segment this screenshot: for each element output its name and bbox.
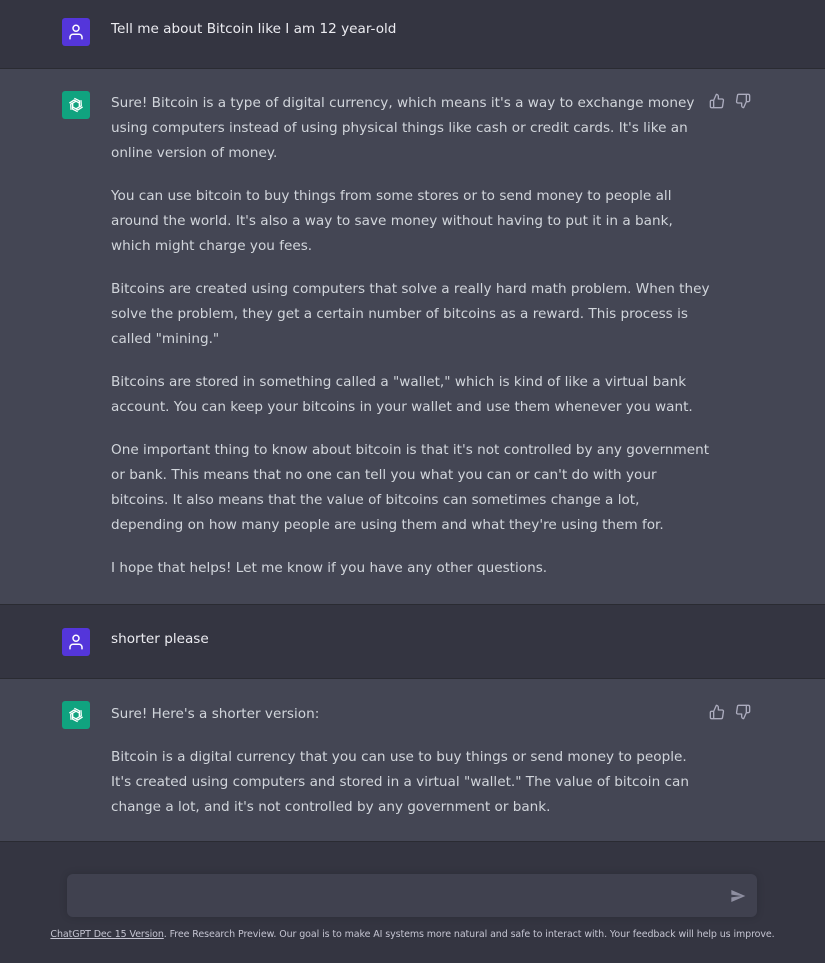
user-message-text: Tell me about Bitcoin like I am 12 year-… [111,17,711,42]
user-icon [69,634,83,650]
user-icon [69,24,83,40]
message-paragraph: Bitcoins are stored in something called … [111,374,693,415]
feedback-buttons [709,93,751,109]
assistant-message-text: Sure! Here's a shorter version: Bitcoin … [111,702,711,820]
assistant-avatar [62,701,90,729]
thumbs-down-icon[interactable] [735,704,751,720]
message-paragraph: Bitcoins are created using computers tha… [111,281,710,347]
assistant-message-row: Sure! Here's a shorter version: Bitcoin … [0,679,825,841]
assistant-message-text: Sure! Bitcoin is a type of digital curre… [111,91,711,581]
assistant-avatar [62,91,90,119]
message-input-box[interactable] [67,874,757,917]
message-paragraph: I hope that helps! Let me know if you ha… [111,560,548,576]
openai-logo-icon [69,707,83,723]
user-message-row: Tell me about Bitcoin like I am 12 year-… [0,0,825,68]
user-message-row: shorter please [0,605,825,678]
openai-logo-icon [69,97,83,113]
divider [0,841,825,842]
user-avatar [62,18,90,46]
user-message-text: shorter please [111,627,711,652]
message-paragraph: You can use bitcoin to buy things from s… [111,188,673,254]
assistant-message-row: Sure! Bitcoin is a type of digital curre… [0,69,825,604]
message-paragraph: shorter please [111,631,209,647]
feedback-buttons [709,704,751,720]
thumbs-down-icon[interactable] [735,93,751,109]
footer-text: . Free Research Preview. Our goal is to … [163,929,775,940]
footer-disclaimer: ChatGPT Dec 15 Version. Free Research Pr… [0,929,825,940]
user-avatar [62,628,90,656]
send-icon[interactable] [730,888,746,904]
message-paragraph: One important thing to know about bitcoi… [111,442,710,533]
version-link[interactable]: ChatGPT Dec 15 Version [50,929,163,940]
message-paragraph: Sure! Bitcoin is a type of digital curre… [111,95,695,161]
thumbs-up-icon[interactable] [709,704,725,720]
message-paragraph: Sure! Here's a shorter version: [111,706,320,722]
message-paragraph: Tell me about Bitcoin like I am 12 year-… [111,21,397,37]
thumbs-up-icon[interactable] [709,93,725,109]
message-paragraph: Bitcoin is a digital currency that you c… [111,749,689,815]
